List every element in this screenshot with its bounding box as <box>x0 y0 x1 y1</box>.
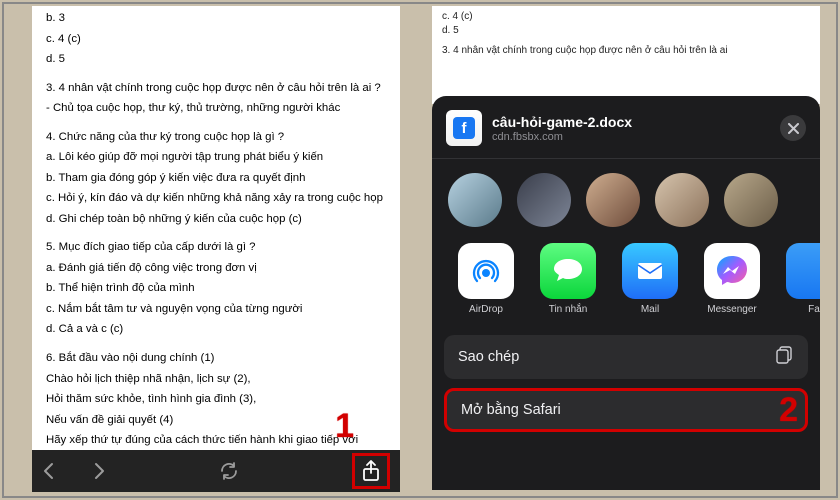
share-app-airdrop[interactable]: AirDrop <box>450 243 522 315</box>
doc-line: b. 3 <box>46 10 386 27</box>
doc-line: a. Đánh giá tiến độ công việc trong đơn … <box>46 260 386 277</box>
doc-line: 5. Mục đích giao tiếp của cấp dưới là gì… <box>46 239 386 256</box>
share-apps-row: AirDrop Tin nhắn Mail Messenger <box>432 235 820 323</box>
action-copy[interactable]: Sao chép <box>444 335 808 379</box>
contact-avatar[interactable] <box>448 173 502 227</box>
refresh-icon[interactable] <box>219 461 239 481</box>
app-label: Tin nhắn <box>549 304 588 315</box>
action-label: Sao chép <box>458 349 519 365</box>
app-label: Messenger <box>707 304 756 315</box>
callout-two: 2 <box>779 391 798 430</box>
doc-line: c. Hỏi ý, kín đáo và dự kiến những khả n… <box>46 190 386 207</box>
document-page-behind: c. 4 (c) d. 5 3. 4 nhân vật chính trong … <box>432 6 820 104</box>
doc-line: d. Cả a và c (c) <box>46 321 386 338</box>
share-app-mail[interactable]: Mail <box>614 243 686 315</box>
doc-line: d. 5 <box>46 51 386 68</box>
doc-line: - Chủ tọa cuộc họp, thư ký, thủ trường, … <box>46 100 386 117</box>
app-label: Fa <box>808 304 820 315</box>
contact-avatar[interactable] <box>586 173 640 227</box>
doc-line: b. Thể hiện trình độ của mình <box>46 280 386 297</box>
doc-line: d. Ghi chép toàn bộ những ý kiến của cuộ… <box>46 211 386 228</box>
facebook-icon <box>786 243 820 299</box>
contact-avatar[interactable] <box>655 173 709 227</box>
copy-icon <box>774 345 794 369</box>
right-screenshot: c. 4 (c) d. 5 3. 4 nhân vật chính trong … <box>420 6 832 494</box>
messages-icon <box>540 243 596 299</box>
doc-line: 4. Chức năng của thư ký trong cuộc họp l… <box>46 129 386 146</box>
share-app-facebook[interactable]: Fa <box>778 243 820 315</box>
doc-line: 3. 4 nhân vật chính trong cuộc họp được … <box>442 44 810 58</box>
share-sheet-header: f câu-hỏi-game-2.docx cdn.fbsbx.com <box>432 96 820 158</box>
doc-line: 6. Bắt đầu vào nội dung chính (1) <box>46 350 386 367</box>
doc-line: d. 5 <box>442 24 810 38</box>
mail-icon <box>622 243 678 299</box>
share-filename: câu-hỏi-game-2.docx <box>492 114 770 130</box>
share-app-messages[interactable]: Tin nhắn <box>532 243 604 315</box>
action-label: Mở bằng Safari <box>461 402 561 418</box>
doc-line: c. 4 (c) <box>442 10 810 24</box>
messenger-icon <box>704 243 760 299</box>
doc-line: c. Nắm bắt tâm tư và nguyện vọng của từn… <box>46 301 386 318</box>
back-icon[interactable] <box>42 462 56 480</box>
doc-line: a. Lôi kéo giúp đỡ mọi người tập trung p… <box>46 149 386 166</box>
share-sheet: f câu-hỏi-game-2.docx cdn.fbsbx.com <box>432 96 820 490</box>
browser-bottom-toolbar <box>32 450 400 492</box>
share-app-messenger[interactable]: Messenger <box>696 243 768 315</box>
contact-avatar[interactable] <box>724 173 778 227</box>
share-contacts-row <box>432 158 820 235</box>
callout-one: 1 <box>335 407 354 446</box>
doc-line: c. 4 (c) <box>46 31 386 48</box>
doc-file-icon: f <box>446 110 482 146</box>
share-source: cdn.fbsbx.com <box>492 131 770 143</box>
action-open-safari[interactable]: Mở bằng Safari <box>444 388 808 432</box>
contact-avatar[interactable] <box>517 173 571 227</box>
doc-line: Hỏi thăm sức khỏe, tình hình gia đình (3… <box>46 391 386 408</box>
close-button[interactable] <box>780 115 806 141</box>
app-label: AirDrop <box>469 304 503 315</box>
document-page: b. 3 c. 4 (c) d. 5 3. 4 nhân vật chính t… <box>32 6 400 456</box>
app-label: Mail <box>641 304 659 315</box>
facebook-badge-icon: f <box>453 117 475 139</box>
forward-icon[interactable] <box>92 462 106 480</box>
doc-line: b. Tham gia đóng góp ý kiến việc đưa ra … <box>46 170 386 187</box>
share-button[interactable] <box>352 453 390 489</box>
doc-line: Chào hỏi lịch thiệp nhã nhận, lịch sự (2… <box>46 371 386 388</box>
doc-line: 3. 4 nhân vật chính trong cuộc họp được … <box>46 80 386 97</box>
left-screenshot: b. 3 c. 4 (c) d. 5 3. 4 nhân vật chính t… <box>8 6 418 494</box>
airdrop-icon <box>458 243 514 299</box>
